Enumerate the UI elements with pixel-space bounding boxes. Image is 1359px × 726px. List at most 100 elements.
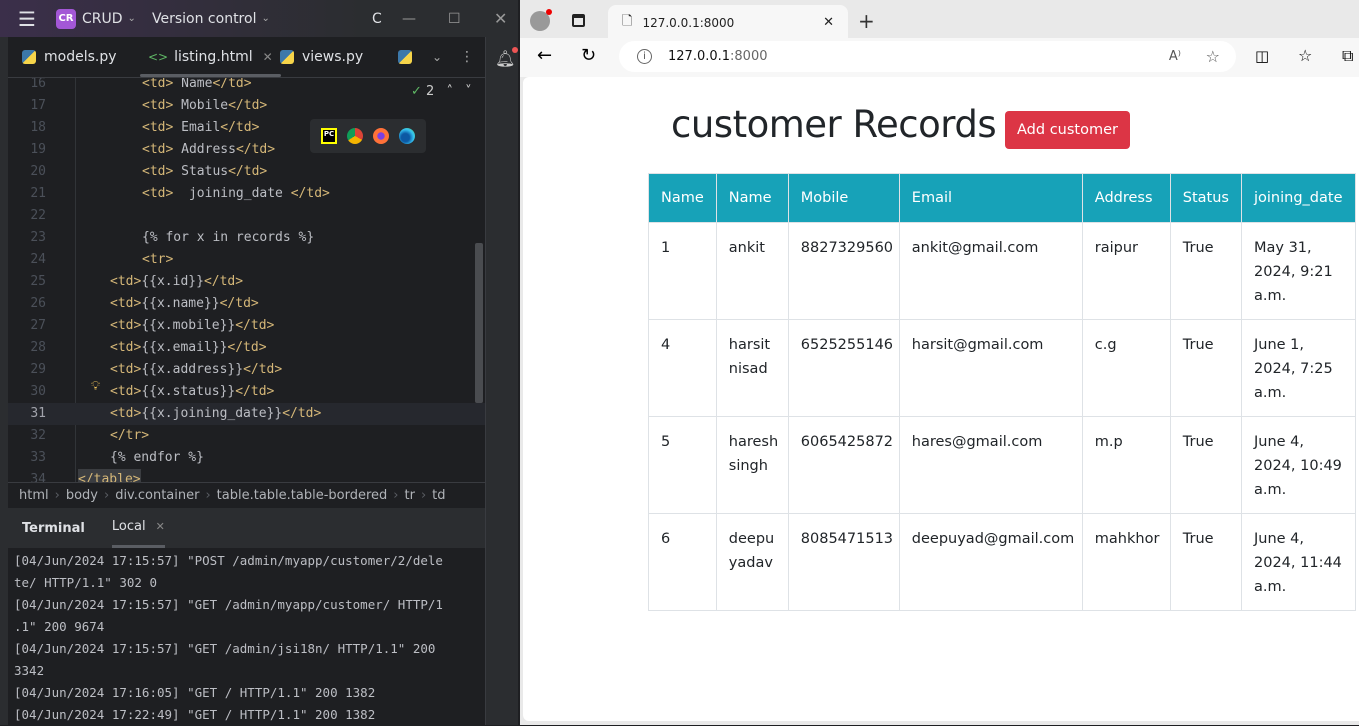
code-line[interactable]: 28 <td>{{x.email}}</td>	[8, 337, 485, 359]
code-text: <td>{{x.mobile}}</td>	[110, 318, 275, 333]
favorites-icon[interactable]: ☆	[1298, 46, 1312, 65]
add-customer-button[interactable]: Add customer	[1005, 111, 1130, 149]
browser-tab[interactable]: 🗋︎ 127.0.0.1:8000 ✕	[608, 5, 848, 40]
new-tab-icon[interactable]: +	[858, 9, 875, 33]
profile-avatar[interactable]	[530, 9, 552, 31]
inspection-widget[interactable]: ✓ 2 ˄ ˅	[411, 84, 472, 99]
code-line[interactable]: 34 </table>	[8, 469, 485, 482]
breadcrumb-item[interactable]: body	[66, 488, 98, 503]
code-line[interactable]: 25 <td>{{x.id}}</td>	[8, 271, 485, 293]
code-line[interactable]: 29 <td>{{x.address}}</td>	[8, 359, 485, 381]
code-line[interactable]: 21 <td> joining_date </td>	[8, 183, 485, 205]
table-cell: June 1, 2024, 7:25 a.m.	[1241, 319, 1356, 417]
project-selector[interactable]: CR CRUD ⌄	[56, 0, 136, 37]
code-line[interactable]: 26 <td>{{x.name}}</td>	[8, 293, 485, 315]
terminal-output[interactable]: [04/Jun/2024 17:15:57] "POST /admin/myap…	[8, 548, 485, 725]
table-cell: 4	[648, 319, 717, 417]
close-tab-icon[interactable]: ✕	[823, 15, 834, 30]
terminal-line: [04/Jun/2024 17:22:49] "GET / HTTP/1.1" …	[14, 707, 376, 722]
code-text: <td> Email</td>	[142, 120, 260, 135]
terminal-line: [04/Jun/2024 17:15:57] "POST /admin/myap…	[14, 553, 443, 568]
next-icon[interactable]: ˅	[465, 84, 472, 99]
code-line[interactable]: 20 <td> Status</td>	[8, 161, 485, 183]
tab-models-py[interactable]: models.py	[22, 37, 117, 77]
tab-actions-icon[interactable]	[572, 14, 585, 27]
python-console-icon[interactable]	[398, 37, 420, 77]
breadcrumb-item[interactable]: td	[432, 488, 445, 503]
version-control-menu[interactable]: Version control ⌄	[152, 0, 270, 37]
code-line[interactable]: 30 <td>{{x.status}}</td>	[8, 381, 485, 403]
breadcrumb-item[interactable]: html	[19, 488, 49, 503]
code-line[interactable]: 33 {% endfor %}	[8, 447, 485, 469]
chevron-right-icon: ›	[420, 488, 427, 503]
address-bar[interactable]: i 127.0.0.1:8000 A⁾ ☆	[619, 41, 1236, 72]
chevron-down-icon: ⌄	[127, 13, 136, 24]
read-aloud-icon[interactable]: A⁾	[1169, 49, 1181, 64]
table-cell: raipur	[1081, 222, 1171, 320]
edge-icon[interactable]	[399, 128, 415, 144]
table-cell: ankit@gmail.com	[898, 222, 1083, 320]
tab-views-py[interactable]: views.py	[280, 37, 363, 77]
tab-title: 127.0.0.1:8000	[642, 15, 735, 30]
tab-label: views.py	[302, 49, 364, 65]
main-menu-icon[interactable]: ☰	[18, 0, 36, 37]
code-line[interactable]: 23 {% for x in records %}	[8, 227, 485, 249]
breadcrumb-item[interactable]: table.table.table-bordered	[217, 488, 388, 503]
chrome-icon[interactable]	[347, 128, 363, 144]
table-cell: haresh singh	[715, 416, 789, 514]
table-cell: True	[1169, 222, 1243, 320]
terminal-line: [04/Jun/2024 17:15:57] "GET /admin/jsi18…	[14, 641, 436, 656]
previous-icon[interactable]: ˄	[446, 84, 453, 99]
refresh-icon[interactable]: ↻	[581, 45, 596, 66]
notifications-bell-icon[interactable]: 🔔︎	[495, 47, 519, 68]
table-cell: True	[1169, 319, 1243, 417]
lightbulb-icon[interactable]: 💡︎	[91, 379, 100, 394]
code-line[interactable]: 32 </tr>	[8, 425, 485, 447]
code-line[interactable]: 27 <td>{{x.mobile}}</td>	[8, 315, 485, 337]
check-icon: ✓	[411, 84, 422, 99]
table-cell: 1	[648, 222, 717, 320]
page-title: customer Records	[671, 103, 997, 146]
back-icon[interactable]: ←	[537, 45, 552, 66]
terminal-tab-label: Local	[111, 519, 146, 534]
notification-dot	[546, 9, 552, 15]
column-header: Address	[1081, 173, 1171, 223]
table-cell: 8827329560	[787, 222, 900, 320]
split-screen-icon[interactable]: ◫	[1255, 47, 1269, 65]
column-header: Email	[898, 173, 1083, 223]
collections-icon[interactable]: ⧉	[1342, 46, 1353, 66]
editor-tabs: models.py <> listing.html ✕ views.py ⌄ ⋮	[8, 37, 485, 77]
breadcrumb-item[interactable]: tr	[405, 488, 415, 503]
code-line[interactable]: 22	[8, 205, 485, 227]
firefox-icon[interactable]	[373, 128, 389, 144]
favorite-star-icon[interactable]: ☆	[1206, 47, 1220, 66]
column-header: Mobile	[787, 173, 900, 223]
code-line[interactable]: 24 <tr>	[8, 249, 485, 271]
url-host: 127.0.0.1	[668, 49, 731, 64]
close-tab-icon[interactable]: ✕	[156, 520, 165, 533]
editor-scrollbar[interactable]	[475, 243, 483, 403]
code-line[interactable]: 31 <td>{{x.joining_date}}</td>	[8, 403, 485, 425]
line-number: 26	[30, 296, 46, 311]
breadcrumb-item[interactable]: div.container	[115, 488, 199, 503]
table-row: 1 ankit 8827329560 ankit@gmail.com raipur Tru…	[648, 222, 1356, 320]
code-text: <td> joining_date </td>	[142, 186, 330, 201]
more-options-icon[interactable]: ⋮	[460, 37, 474, 77]
maximize-icon[interactable]: ☐	[448, 0, 461, 37]
close-icon[interactable]: ✕	[494, 0, 507, 37]
tab-listing-html[interactable]: <> listing.html ✕	[140, 37, 281, 77]
table-cell: harsit@gmail.com	[898, 319, 1083, 417]
browser-toolbar: ← ↻ i 127.0.0.1:8000 A⁾ ☆ ◫ ☆ ⧉	[520, 38, 1359, 77]
table-cell: c.g	[1081, 319, 1171, 417]
column-header: Name	[715, 173, 789, 223]
code-text: <td>{{x.name}}</td>	[110, 296, 259, 311]
terminal-tab-local[interactable]: Local ✕	[111, 508, 165, 548]
table-cell: June 4, 2024, 11:44 a.m.	[1241, 513, 1356, 611]
close-tab-icon[interactable]: ✕	[263, 50, 273, 64]
chevron-down-icon[interactable]: ⌄	[432, 37, 442, 77]
pycharm-icon[interactable]: PC	[321, 128, 337, 144]
minimize-icon[interactable]: —	[402, 0, 416, 37]
code-text: <td>{{x.address}}</td>	[110, 362, 283, 377]
info-icon[interactable]: i	[637, 49, 652, 64]
table-cell: 5	[648, 416, 717, 514]
